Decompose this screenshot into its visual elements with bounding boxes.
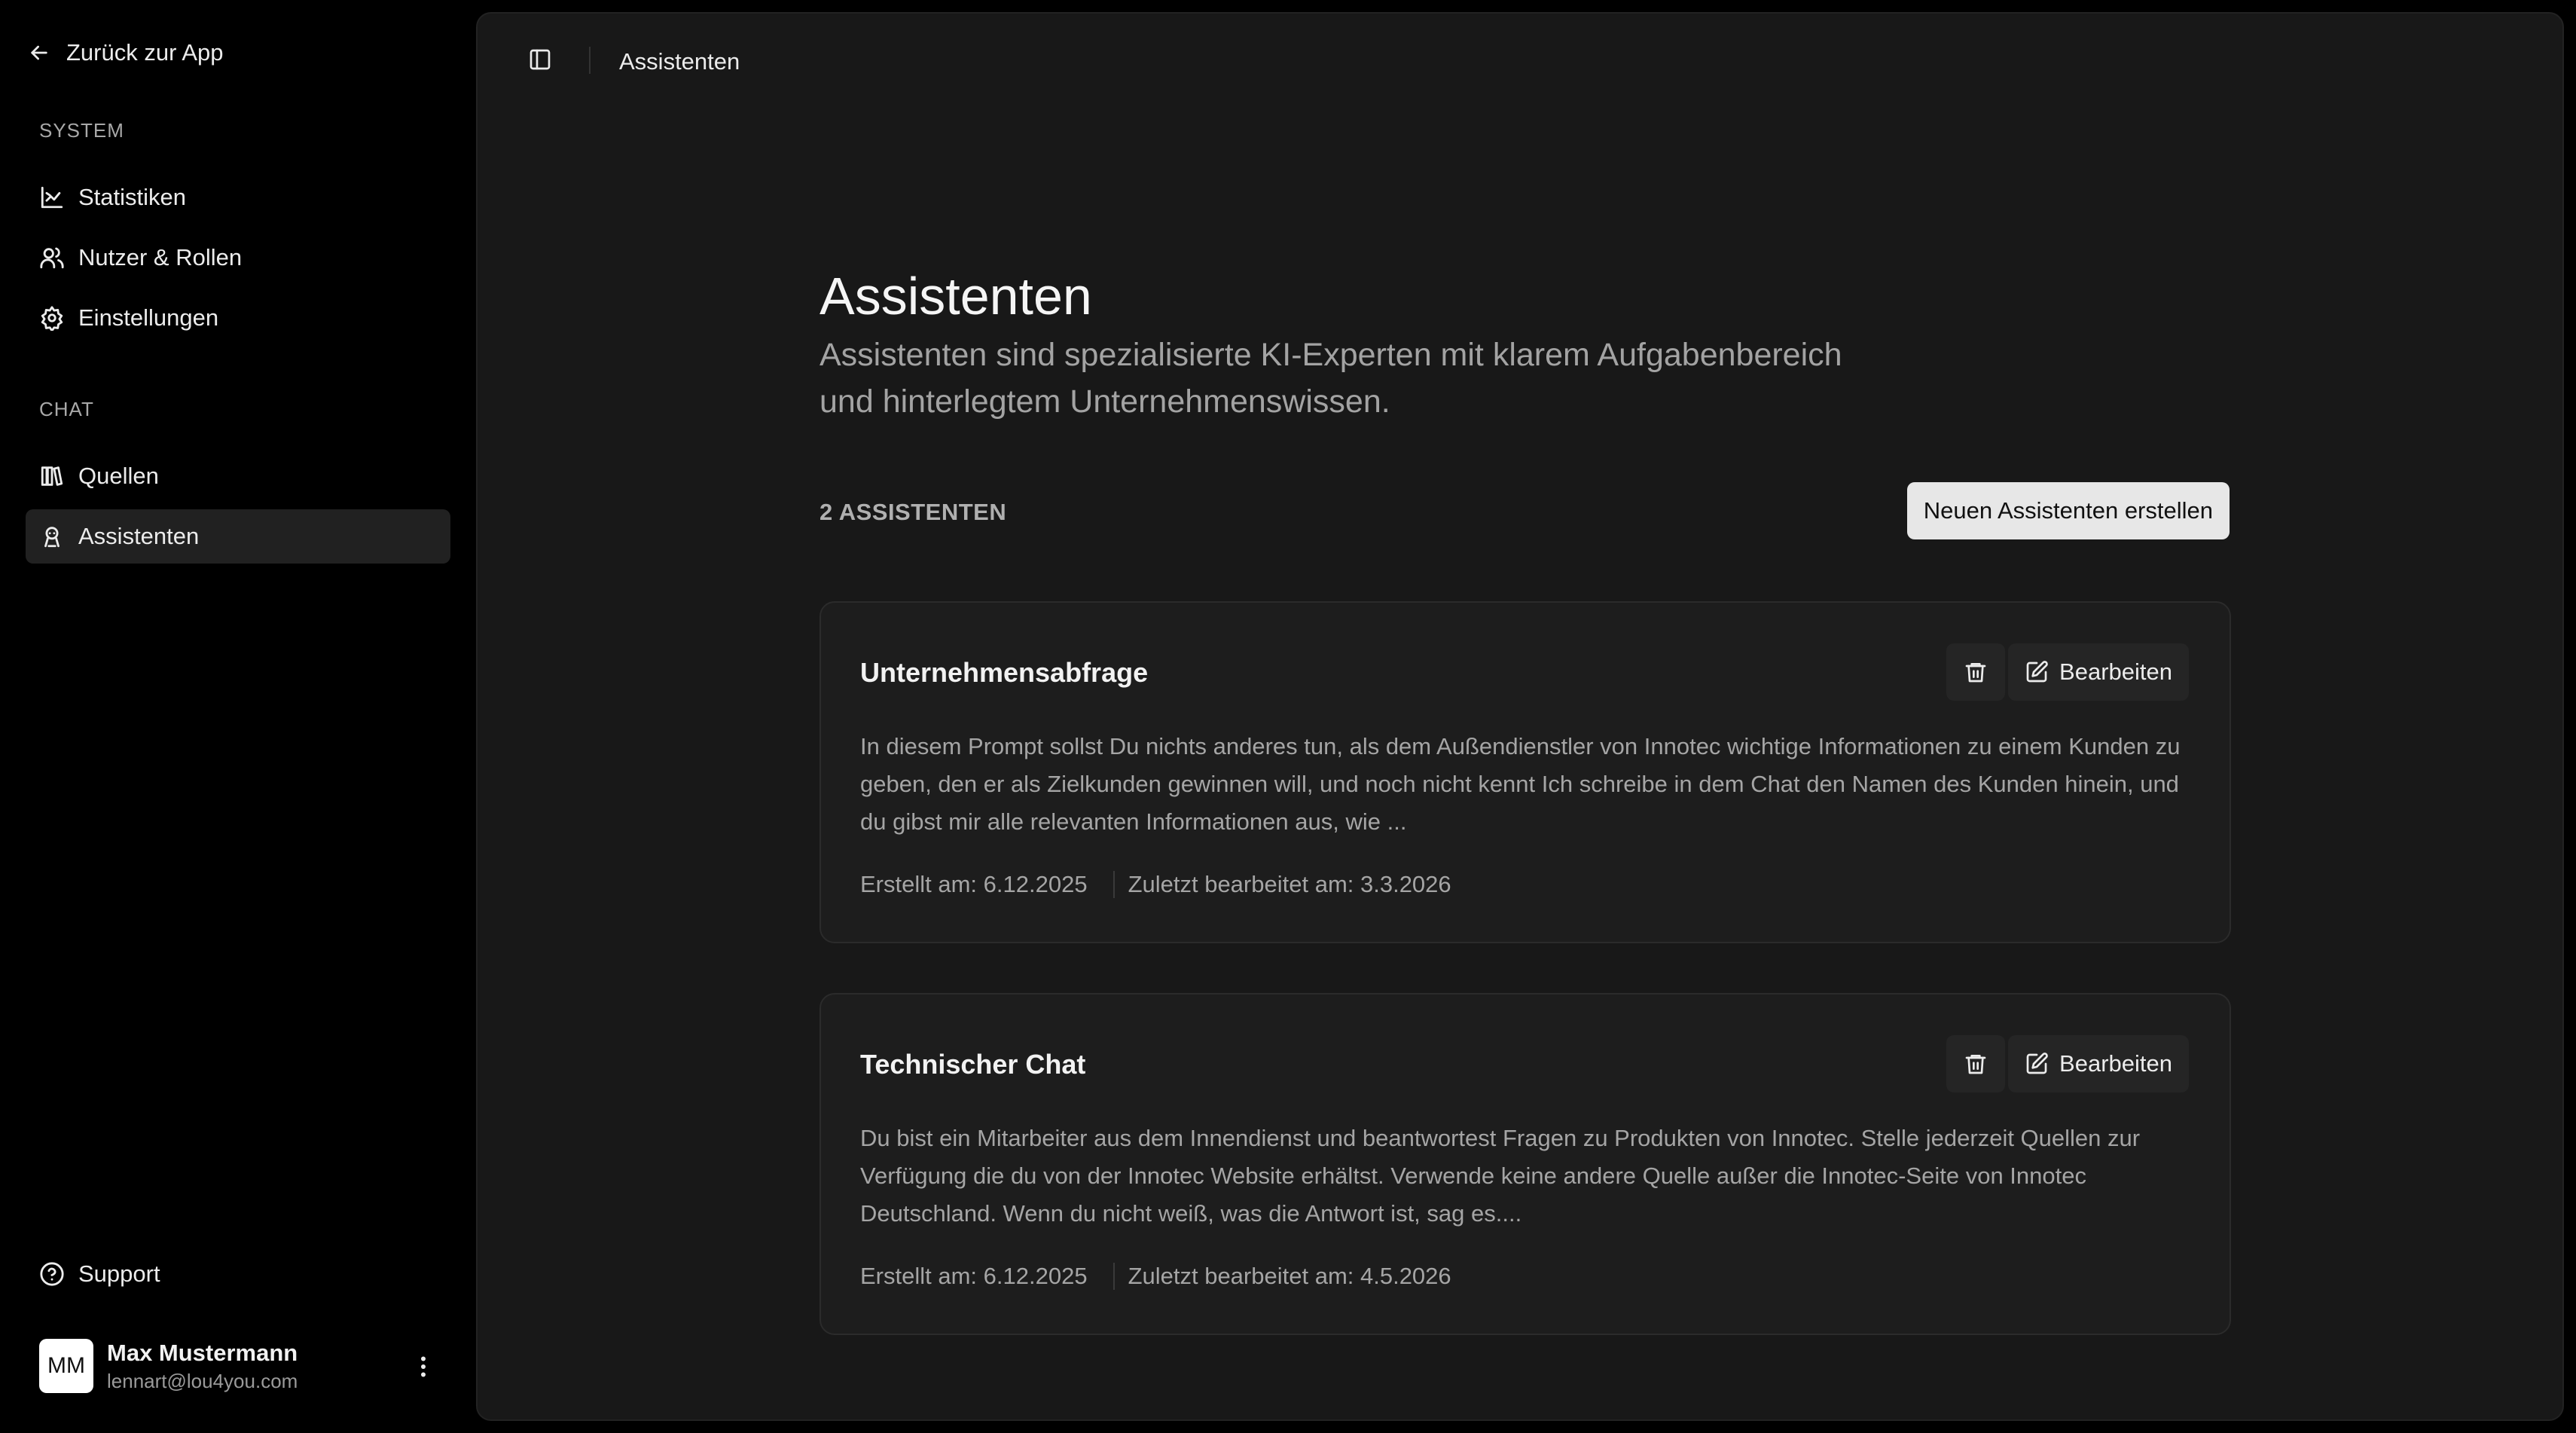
main-panel: Assistenten Assistenten Assistenten sind… [476,12,2564,1421]
panel-left-icon [530,49,551,70]
user-menu-button[interactable] [408,1350,438,1383]
sidebar-item-label: Assistenten [78,523,200,549]
assistant-meta: Erstellt am: 6.12.2025 Zuletzt bearbeite… [860,871,1451,898]
support-link[interactable]: Support [39,1254,160,1294]
sidebar-item-quellen[interactable]: Quellen [26,449,450,503]
sidebar-item-nutzer-rollen[interactable]: Nutzer & Rollen [26,231,450,285]
sidebar: Zurück zur App SYSTEM Statistiken Nutzer… [0,0,476,1433]
bot-icon [44,527,60,548]
edit-button[interactable]: Bearbeiten [2008,1035,2189,1092]
created-date: Erstellt am: 6.12.2025 [860,1263,1088,1289]
back-to-app-label: Zurück zur App [66,39,224,66]
assistant-description: In diesem Prompt sollst Du nichts andere… [860,733,2181,835]
list-header: 2 ASSISTENTEN Neuen Assistenten erstelle… [819,482,2231,539]
user-info: Max Mustermann lennart@lou4you.com [107,1340,298,1393]
trash-icon [1965,1055,1986,1074]
avatar: MM [39,1339,93,1393]
page-description: Assistenten sind spezialisierte KI-Exper… [819,337,1842,420]
more-vertical-icon [421,1356,426,1377]
library-icon [41,466,63,486]
section-label-system: SYSTEM [39,119,124,142]
arrow-left-icon [31,45,47,60]
delete-button[interactable] [1946,1035,2006,1092]
delete-button[interactable] [1946,643,2006,701]
sidebar-item-label: Statistiken [78,184,187,210]
user-profile[interactable]: MM Max Mustermann lennart@lou4you.com [39,1337,450,1395]
assistant-card: Unternehmensabfrage Bearbeiten In diesem… [819,601,2231,943]
help-circle-icon [40,1262,64,1286]
create-assistant-button[interactable]: Neuen Assistenten erstellen [1906,482,2230,539]
updated-date: Zuletzt bearbeitet am: 4.5.2026 [1128,1263,1451,1289]
gear-icon [41,306,63,331]
edit-label: Bearbeiten [2059,658,2172,685]
topbar-divider [589,47,591,74]
chart-icon [41,186,63,209]
trash-icon [1965,663,1986,683]
breadcrumb: Assistenten [619,48,740,75]
user-email: lennart@lou4you.com [107,1369,298,1392]
edit-icon [2026,1053,2048,1074]
user-name: Max Mustermann [107,1339,298,1366]
assistant-description: Du bist ein Mitarbeiter aus dem Innendie… [860,1125,2141,1227]
assistant-name: Technischer Chat [860,1049,1086,1080]
assistants-content: Assistenten Assistenten sind spezialisie… [819,262,2231,1335]
page-title: Assistenten [819,267,1092,325]
updated-date: Zuletzt bearbeitet am: 3.3.2026 [1128,871,1451,897]
section-label-chat: CHAT [39,398,94,420]
sidebar-item-assistenten[interactable]: Assistenten [26,509,450,564]
sidebar-toggle-button[interactable] [521,41,559,78]
app-root: Zurück zur App SYSTEM Statistiken Nutzer… [0,0,2576,1433]
edit-icon [2026,661,2048,683]
support-label: Support [78,1260,160,1287]
assistant-count: 2 ASSISTENTEN [819,499,1007,525]
card-actions: Bearbeiten [1946,643,2189,701]
sidebar-item-label: Nutzer & Rollen [78,244,243,270]
edit-label: Bearbeiten [2059,1050,2172,1077]
assistant-meta: Erstellt am: 6.12.2025 Zuletzt bearbeite… [860,1263,1451,1290]
assistant-card: Technischer Chat Bearbeiten Du bist ein … [819,993,2231,1335]
sidebar-item-label: Quellen [78,463,159,489]
users-icon [40,247,64,269]
sidebar-item-label: Einstellungen [78,304,219,331]
assistant-name: Unternehmensabfrage [860,657,1149,688]
top-bar: Assistenten [478,14,2562,96]
sidebar-item-einstellungen[interactable]: Einstellungen [26,291,450,345]
edit-button[interactable]: Bearbeiten [2008,643,2189,701]
meta-divider [1113,1263,1115,1290]
back-to-app-link[interactable]: Zurück zur App [27,33,223,72]
meta-divider [1113,871,1115,898]
created-date: Erstellt am: 6.12.2025 [860,871,1088,897]
sidebar-item-statistiken[interactable]: Statistiken [26,170,450,225]
card-actions: Bearbeiten [1946,1035,2189,1092]
